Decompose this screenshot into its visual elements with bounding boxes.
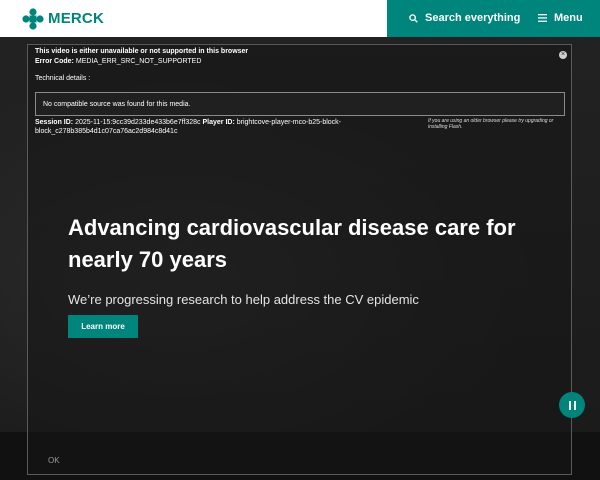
- merck-logo-icon: [22, 7, 44, 30]
- technical-details-label: Technical details :: [35, 75, 91, 82]
- ok-button[interactable]: OK: [48, 456, 60, 465]
- session-id-value: 2025-11-15:9cc39d233de433b6e7ff328c: [75, 119, 201, 126]
- merck-logo[interactable]: MERCK: [22, 7, 104, 30]
- flash-note: If you are using an older browser please…: [428, 118, 554, 130]
- learn-more-button[interactable]: Learn more: [68, 315, 138, 338]
- hamburger-icon: [538, 14, 547, 22]
- error-code-value: MEDIA_ERR_SRC_NOT_SUPPORTED: [75, 58, 202, 65]
- pause-icon: [567, 400, 577, 410]
- search-icon: [409, 13, 418, 23]
- hero-subtitle: We’re progressing research to help addre…: [68, 292, 419, 307]
- player-id-label: Player ID:: [202, 119, 235, 126]
- search-button-label: Search everything: [425, 12, 521, 24]
- menu-button-label: Menu: [554, 12, 583, 24]
- header-actions: Search everything Menu: [387, 0, 600, 37]
- error-code-label: Error Code:: [35, 58, 74, 65]
- error-title: This video is either unavailable or not …: [35, 48, 249, 55]
- search-button[interactable]: Search everything: [409, 12, 520, 24]
- site-header: MERCK Search everything Menu: [0, 0, 600, 37]
- pause-button[interactable]: [559, 392, 585, 418]
- technical-details-message: No compatible source was found for this …: [43, 101, 191, 108]
- hero-title: Advancing cardiovascular disease care fo…: [68, 215, 516, 272]
- session-id-label: Session ID:: [35, 119, 74, 126]
- close-icon[interactable]: ×: [559, 51, 567, 59]
- session-info: Session ID: 2025-11-15:9cc39d233de433b6e…: [35, 118, 345, 136]
- error-code: Error Code: MEDIA_ERR_SRC_NOT_SUPPORTED: [35, 58, 201, 65]
- technical-details-box: No compatible source was found for this …: [35, 92, 565, 116]
- brand-name: MERCK: [48, 10, 104, 27]
- menu-button[interactable]: Menu: [538, 12, 583, 24]
